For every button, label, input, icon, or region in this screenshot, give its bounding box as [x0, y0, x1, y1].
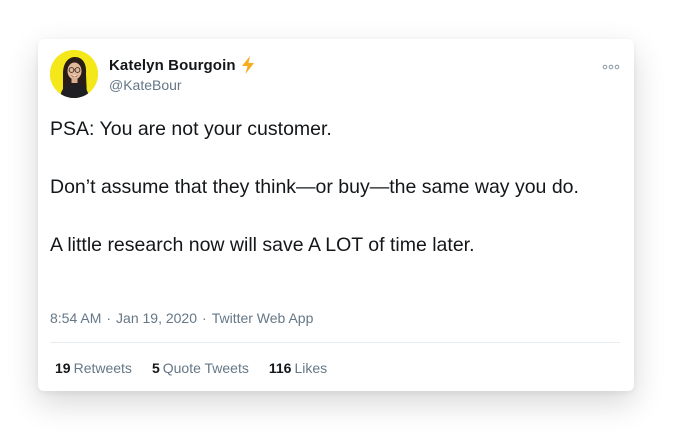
tweet-time[interactable]: 8:54 AM: [50, 310, 101, 326]
likes-count: 116: [268, 360, 292, 376]
author-name[interactable]: Katelyn Bourgoin: [109, 57, 236, 74]
page: Katelyn Bourgoin @KateBour PSA: You are …: [0, 0, 674, 433]
quote-tweets-stat[interactable]: 5 Quote Tweets: [152, 360, 249, 376]
retweets-stat[interactable]: 19 Retweets: [55, 360, 132, 376]
quote-tweets-count: 5: [151, 360, 160, 376]
retweets-label: Retweets: [73, 360, 132, 376]
tweet-line: PSA: You are not your customer.: [50, 118, 332, 140]
divider: [50, 342, 620, 343]
likes-stat[interactable]: 116 Likes: [269, 360, 327, 376]
avatar[interactable]: [50, 50, 98, 98]
tweet-card: Katelyn Bourgoin @KateBour PSA: You are …: [38, 39, 634, 391]
lightning-bolt-icon: [240, 56, 256, 74]
meta-separator: ·: [202, 310, 207, 326]
tweet-meta: 8:54 AM · Jan 19, 2020 · Twitter Web App: [50, 310, 313, 326]
tweet-source[interactable]: Twitter Web App: [212, 310, 314, 326]
meta-separator: ·: [106, 310, 112, 326]
tweet-stats: 19 Retweets 5 Quote Tweets 116 Likes: [55, 360, 347, 376]
quote-tweets-label: Quote Tweets: [162, 360, 249, 376]
likes-label: Likes: [294, 360, 328, 376]
retweets-count: 19: [55, 360, 71, 376]
tweet-text: PSA: You are not your customer. Don’t as…: [50, 115, 620, 260]
tweet-date[interactable]: Jan 19, 2020: [116, 310, 197, 326]
author-handle[interactable]: @KateBour: [109, 77, 182, 93]
tweet-line: Don’t assume that they think—or buy—the …: [50, 176, 579, 198]
author-name-row: Katelyn Bourgoin: [109, 55, 256, 75]
more-options-icon[interactable]: [602, 58, 620, 70]
tweet-line: A little research now will save A LOT of…: [50, 234, 475, 256]
